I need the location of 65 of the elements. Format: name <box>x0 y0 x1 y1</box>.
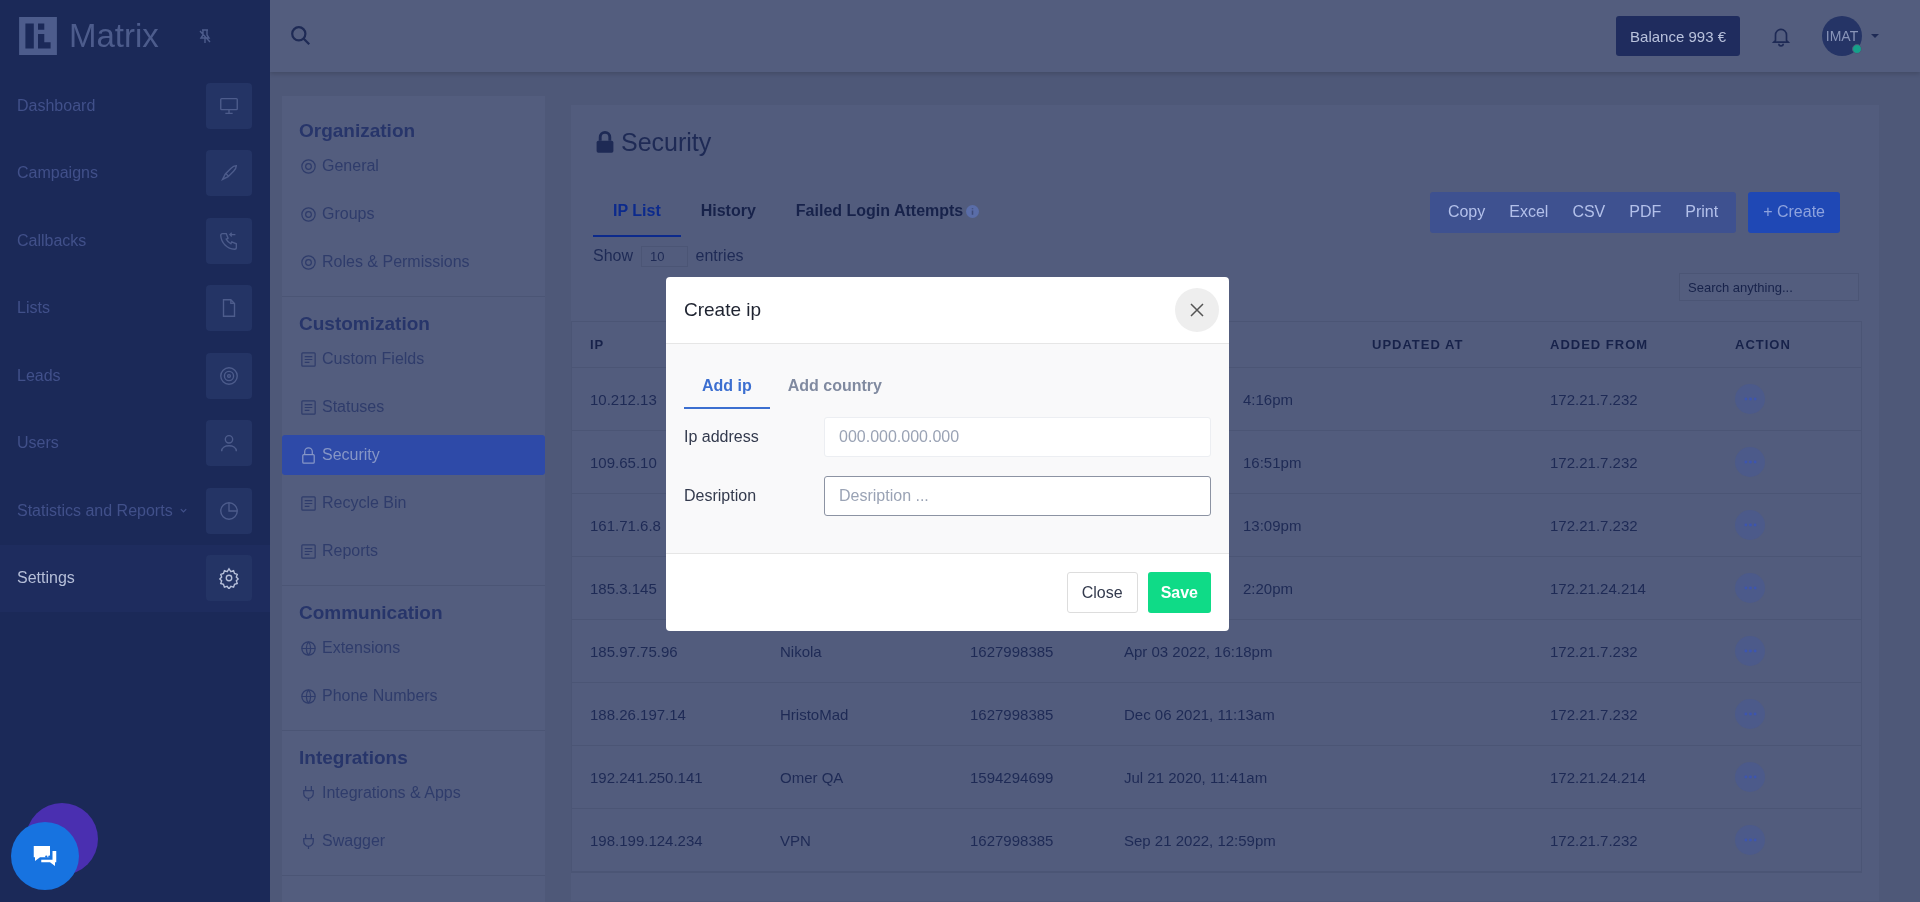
more-actions-button[interactable] <box>1735 510 1765 540</box>
nav-item[interactable]: Settings <box>0 544 270 612</box>
tab[interactable]: IP List <box>593 187 681 237</box>
more-actions-button[interactable] <box>1735 825 1765 855</box>
create-button[interactable]: + Create <box>1748 191 1840 233</box>
more-actions-button[interactable] <box>1735 699 1765 729</box>
monitor-icon <box>206 82 252 129</box>
dialog-tab[interactable]: Add country <box>769 364 900 409</box>
menu-item-icon <box>299 686 318 706</box>
export-button[interactable]: Excel <box>1497 191 1561 233</box>
ellipsis-icon <box>1743 712 1757 716</box>
logo-icon <box>17 15 59 57</box>
user-icon <box>206 420 252 467</box>
more-actions-button[interactable] <box>1735 447 1765 477</box>
menu-item-icon <box>299 493 318 513</box>
user-avatar[interactable]: IMAT <box>1822 16 1862 56</box>
target-icon <box>206 352 252 399</box>
export-button[interactable]: Copy <box>1435 191 1498 233</box>
more-actions-button[interactable] <box>1735 636 1765 666</box>
ellipsis-icon <box>1743 460 1757 464</box>
tab[interactable]: History <box>680 187 776 237</box>
menu-item-icon <box>299 252 318 272</box>
menu-item-icon <box>299 445 318 465</box>
input-field[interactable]: Desription ... <box>824 476 1211 516</box>
document-icon <box>206 285 252 332</box>
balance-button[interactable]: Balance 993 € <box>1616 16 1740 56</box>
export-button[interactable]: PDF <box>1617 191 1674 233</box>
ellipsis-icon <box>1743 523 1757 527</box>
column-header[interactable]: UPDATED AT <box>1354 337 1532 352</box>
field-label: Ip address <box>684 428 760 446</box>
pie-chart-icon <box>206 487 252 534</box>
export-button[interactable]: Print <box>1673 191 1731 233</box>
phone-icon <box>206 217 252 264</box>
info-icon <box>966 204 980 218</box>
ellipsis-icon <box>1743 586 1757 590</box>
export-button[interactable]: CSV <box>1560 191 1618 233</box>
ellipsis-icon <box>1743 838 1757 842</box>
field-label: Desription <box>684 487 758 505</box>
close-button[interactable]: Close <box>1066 572 1138 613</box>
menu-item-icon <box>299 156 318 176</box>
search-field[interactable]: Search anything... <box>1679 273 1859 301</box>
search-icon[interactable] <box>290 25 312 47</box>
close-icon[interactable] <box>1175 288 1219 332</box>
pin-icon[interactable] <box>196 28 213 44</box>
more-actions-button[interactable] <box>1735 762 1765 792</box>
column-header[interactable]: ADDED FROM <box>1532 337 1717 352</box>
save-button[interactable]: Save <box>1147 572 1211 613</box>
menu-item-icon <box>299 638 318 658</box>
menu-item-icon <box>299 204 318 224</box>
dialog-tab[interactable]: Add ip <box>684 364 770 409</box>
gear-icon <box>206 555 252 602</box>
ellipsis-icon <box>1743 775 1757 779</box>
menu-item-icon <box>299 541 318 561</box>
settings-menu-item[interactable]: Security <box>282 435 545 475</box>
menu-item-icon <box>299 349 318 369</box>
caret-icon[interactable] <box>1870 31 1880 41</box>
more-actions-button[interactable] <box>1735 384 1765 414</box>
column-header[interactable]: ACTION <box>1717 337 1842 352</box>
more-actions-button[interactable] <box>1735 573 1765 603</box>
menu-item-icon <box>299 397 318 417</box>
tab[interactable]: Failed Login Attempts <box>775 187 1000 237</box>
dialog-title: Create ip <box>684 299 763 321</box>
ellipsis-icon <box>1743 397 1757 401</box>
chevron-down-icon <box>178 506 188 516</box>
ellipsis-icon <box>1743 649 1757 653</box>
